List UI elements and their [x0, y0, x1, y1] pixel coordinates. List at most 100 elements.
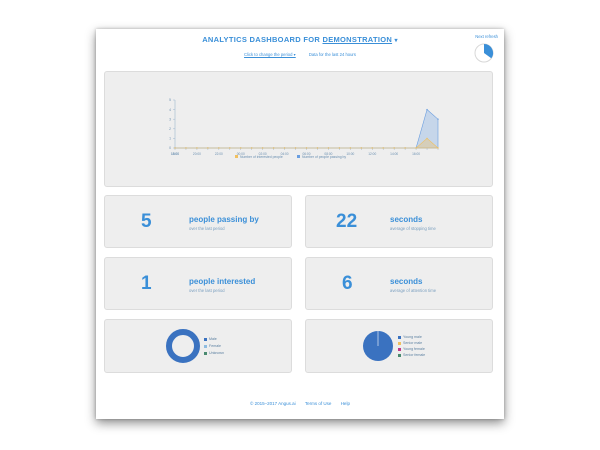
stat-attention-value: 6 — [342, 273, 353, 294]
legend-swatch-senior-female — [398, 353, 401, 357]
legend-swatch-young-female — [398, 347, 401, 351]
gender-pie-panel: Male Female Unknown — [104, 319, 292, 373]
change-period-link[interactable]: Click to change the period ▾ — [244, 52, 296, 57]
y-tick-label: 4 — [169, 108, 171, 112]
stat-passing-panel: 5 people passing by over the last period — [104, 195, 292, 248]
legend-young-female: Young female — [398, 347, 425, 351]
legend-label-young-female: Young female — [403, 347, 425, 351]
x-tick-label: 14:00 — [390, 152, 398, 156]
series-point-0 — [437, 147, 439, 149]
stat-passing-sub: over the last period — [189, 226, 225, 231]
legend-label-senior-female: Senior female — [403, 353, 426, 357]
stat-interested-sub: over the last period — [189, 288, 225, 293]
legend-swatch-young-male — [398, 335, 401, 339]
series-point-0 — [272, 147, 275, 149]
legend-label-unknown: Unknown — [209, 351, 224, 355]
series-area-0 — [175, 138, 439, 149]
series-point-0 — [229, 147, 231, 149]
series-point-0 — [371, 147, 373, 149]
title-prefix: ANALYTICS DASHBOARD FOR — [202, 35, 321, 44]
dashboard-window: ANALYTICS DASHBOARD FOR DEMONSTRATION ▾ … — [96, 29, 504, 419]
legend-male: Male — [204, 337, 217, 341]
series-point-0 — [196, 147, 198, 149]
legend-label-female: Female — [209, 344, 221, 348]
chart-legend-swatch-1 — [297, 155, 300, 158]
stat-stopping-value: 22 — [336, 211, 358, 232]
series-point-1 — [437, 118, 439, 120]
gender-donut-chart — [166, 329, 200, 363]
x-tick-label: 22:00 — [215, 152, 223, 156]
legend-swatch-female — [204, 344, 207, 348]
series-point-0 — [207, 147, 209, 149]
y-tick-label: 1 — [169, 137, 171, 141]
legend-swatch-senior-male — [398, 341, 401, 345]
stat-stopping-sub: average of stopping time — [390, 226, 436, 231]
page-title: ANALYTICS DASHBOARD FOR DEMONSTRATION ▾ — [96, 35, 504, 44]
stat-attention-panel: 6 seconds average of attention time — [305, 257, 493, 310]
refresh-timer-icon — [474, 43, 494, 63]
stat-passing-value: 5 — [141, 211, 152, 232]
series-point-0 — [327, 147, 330, 149]
x-tick-label: 16:00 — [412, 152, 420, 156]
y-tick-label: 5 — [169, 98, 171, 102]
y-tick-label: 0 — [169, 146, 171, 150]
terms-link[interactable]: Terms of Use — [305, 401, 332, 406]
series-point-0 — [349, 147, 352, 149]
footer: © 2015–2017 Angus.ai Terms of Use Help — [96, 401, 504, 406]
stat-passing-label: people passing by — [189, 215, 259, 224]
legend-swatch-male — [204, 337, 207, 341]
legend-senior-male: Senior male — [398, 341, 422, 345]
activity-chart-panel: 0 1 2 3 4 5 18:00 20:00 22:00 00:00 02:00 04:00 06:0… — [104, 71, 493, 187]
x-tick-label: 12:00 — [368, 152, 376, 156]
series-point-0 — [404, 147, 406, 149]
activity-chart: 01234518:00 20:00 22:00 00:00 02:00 04:00 06:0… — [169, 98, 439, 159]
series-point-0 — [382, 147, 384, 149]
series-point-0 — [240, 147, 242, 149]
series-point-0 — [316, 147, 319, 149]
series-point-0 — [415, 147, 417, 149]
y-tick-label: 3 — [169, 117, 171, 121]
stat-interested-value: 1 — [141, 273, 152, 294]
age-pie-panel: Young male Senior male Young female Seni… — [305, 319, 493, 373]
legend-young-male: Young male — [398, 335, 422, 339]
legend-unknown: Unknown — [204, 351, 224, 355]
series-point-0 — [251, 147, 253, 149]
legend-label-male: Male — [209, 337, 217, 341]
chart-legend-swatch-0 — [235, 155, 238, 158]
stat-interested-panel: 1 people interested over the last period — [104, 257, 292, 310]
series-point-0 — [294, 147, 297, 149]
series-point-0 — [426, 137, 428, 140]
y-tick-label: 2 — [169, 127, 171, 131]
series-point-0 — [305, 147, 308, 149]
next-refresh-label: Next refresh — [475, 34, 498, 39]
series-point-1 — [426, 108, 428, 111]
series-point-0 — [218, 147, 220, 149]
series-point-0 — [393, 147, 395, 149]
project-selector[interactable]: DEMONSTRATION — [322, 35, 392, 44]
stat-stopping-panel: 22 seconds average of stopping time — [305, 195, 493, 248]
series-point-0 — [185, 147, 187, 149]
legend-female: Female — [204, 344, 221, 348]
chart-legend-label-0: Number of interested people — [240, 155, 283, 159]
help-link[interactable]: Help — [341, 401, 350, 406]
legend-label-senior-male: Senior male — [403, 341, 423, 345]
series-point-0 — [261, 147, 264, 149]
copyright-text: © 2015–2017 Angus.ai — [250, 401, 296, 406]
series-point-0 — [338, 147, 341, 149]
age-pie-chart — [363, 331, 393, 361]
legend-senior-female: Senior female — [398, 353, 425, 357]
x-tick-label: 10:00 — [346, 152, 354, 156]
legend-swatch-unknown — [204, 351, 207, 355]
period-info: Data for the last 24 hours — [308, 52, 356, 57]
project-caret-icon[interactable]: ▾ — [394, 38, 397, 44]
period-bar: Click to change the period ▾ Data for th… — [96, 52, 504, 57]
stat-stopping-label: seconds — [390, 215, 423, 224]
series-point-0 — [283, 147, 286, 149]
series-point-0 — [174, 147, 176, 149]
stat-interested-label: people interested — [189, 277, 256, 286]
series-area-1 — [175, 109, 439, 149]
x-tick-label: 18:00 — [171, 152, 179, 156]
stat-attention-label: seconds — [390, 277, 423, 286]
stat-attention-sub: average of attention time — [390, 288, 437, 293]
series-point-0 — [360, 147, 362, 149]
